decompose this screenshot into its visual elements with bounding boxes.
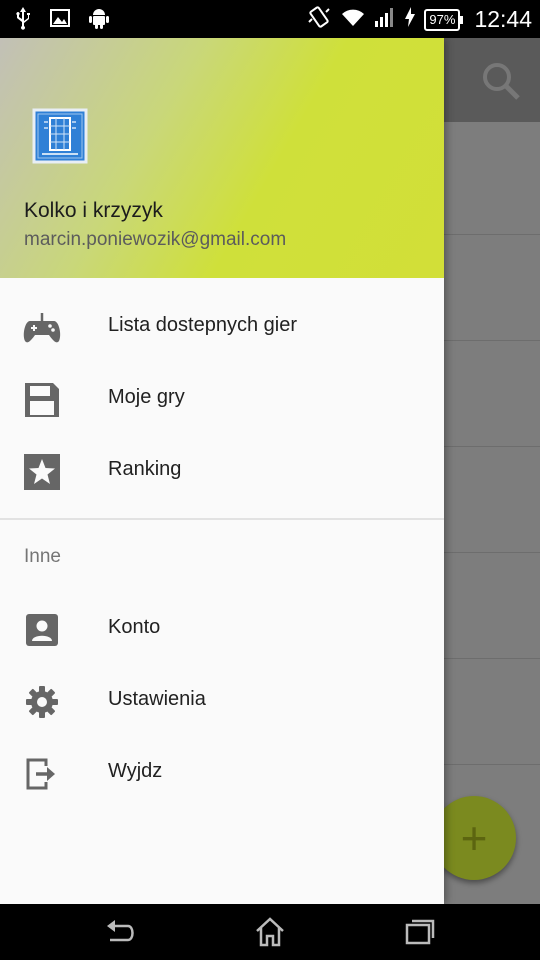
- list-divider: [444, 446, 540, 447]
- star-icon: [22, 454, 62, 490]
- battery-indicator: 97%: [424, 8, 464, 31]
- status-bar: 97% 12:44: [0, 0, 540, 38]
- back-icon[interactable]: [104, 916, 138, 948]
- drawer-item-my-games[interactable]: Moje gry: [0, 364, 444, 436]
- vibrate-icon: [306, 4, 332, 35]
- android-icon: [88, 7, 110, 34]
- list-divider: [444, 234, 540, 235]
- system-nav-bar: [0, 904, 540, 960]
- recents-icon[interactable]: [403, 916, 437, 948]
- drawer-item-game-list[interactable]: Lista dostepnych gier: [0, 292, 444, 364]
- drawer-item-ranking[interactable]: Ranking: [0, 436, 444, 508]
- navigation-drawer: Kolko i krzyzyk marcin.poniewozik@gmail.…: [0, 38, 444, 904]
- drawer-header: Kolko i krzyzyk marcin.poniewozik@gmail.…: [0, 38, 444, 278]
- search-icon: [480, 60, 522, 107]
- section-header-other: Inne: [24, 546, 61, 567]
- save-icon: [22, 382, 62, 418]
- clock: 12:44: [474, 6, 532, 32]
- app-logo-icon: [32, 108, 88, 164]
- exit-icon: [22, 756, 62, 792]
- usb-icon: [14, 6, 32, 35]
- drawer-item-label: Ustawienia: [108, 688, 206, 710]
- account-icon: [22, 612, 62, 648]
- account-name: Kolko i krzyzyk: [24, 199, 163, 222]
- charging-icon: [404, 6, 416, 33]
- image-icon: [50, 8, 70, 33]
- drawer-item-label: Wyjdz: [108, 760, 163, 782]
- drawer-divider: [0, 518, 444, 520]
- settings-icon: [22, 684, 62, 720]
- list-divider: [444, 552, 540, 553]
- wifi-icon: [340, 6, 366, 33]
- list-divider: [444, 340, 540, 341]
- drawer-item-label: Moje gry: [108, 386, 185, 408]
- drawer-item-account[interactable]: Konto: [0, 594, 444, 666]
- account-email: marcin.poniewozik@gmail.com: [24, 229, 287, 250]
- signal-icon: [374, 6, 396, 33]
- drawer-item-settings[interactable]: Ustawienia: [0, 666, 444, 738]
- list-divider: [444, 658, 540, 659]
- home-icon[interactable]: [253, 916, 287, 948]
- drawer-item-label: Ranking: [108, 458, 182, 480]
- drawer-item-label: Lista dostepnych gier: [108, 314, 298, 336]
- gamepad-icon: [22, 310, 62, 346]
- drawer-item-label: Konto: [108, 616, 161, 638]
- add-icon: +: [460, 812, 488, 864]
- drawer-item-exit[interactable]: Wyjdz: [0, 738, 444, 810]
- list-divider: [444, 764, 540, 765]
- add-fab-button[interactable]: +: [432, 796, 516, 880]
